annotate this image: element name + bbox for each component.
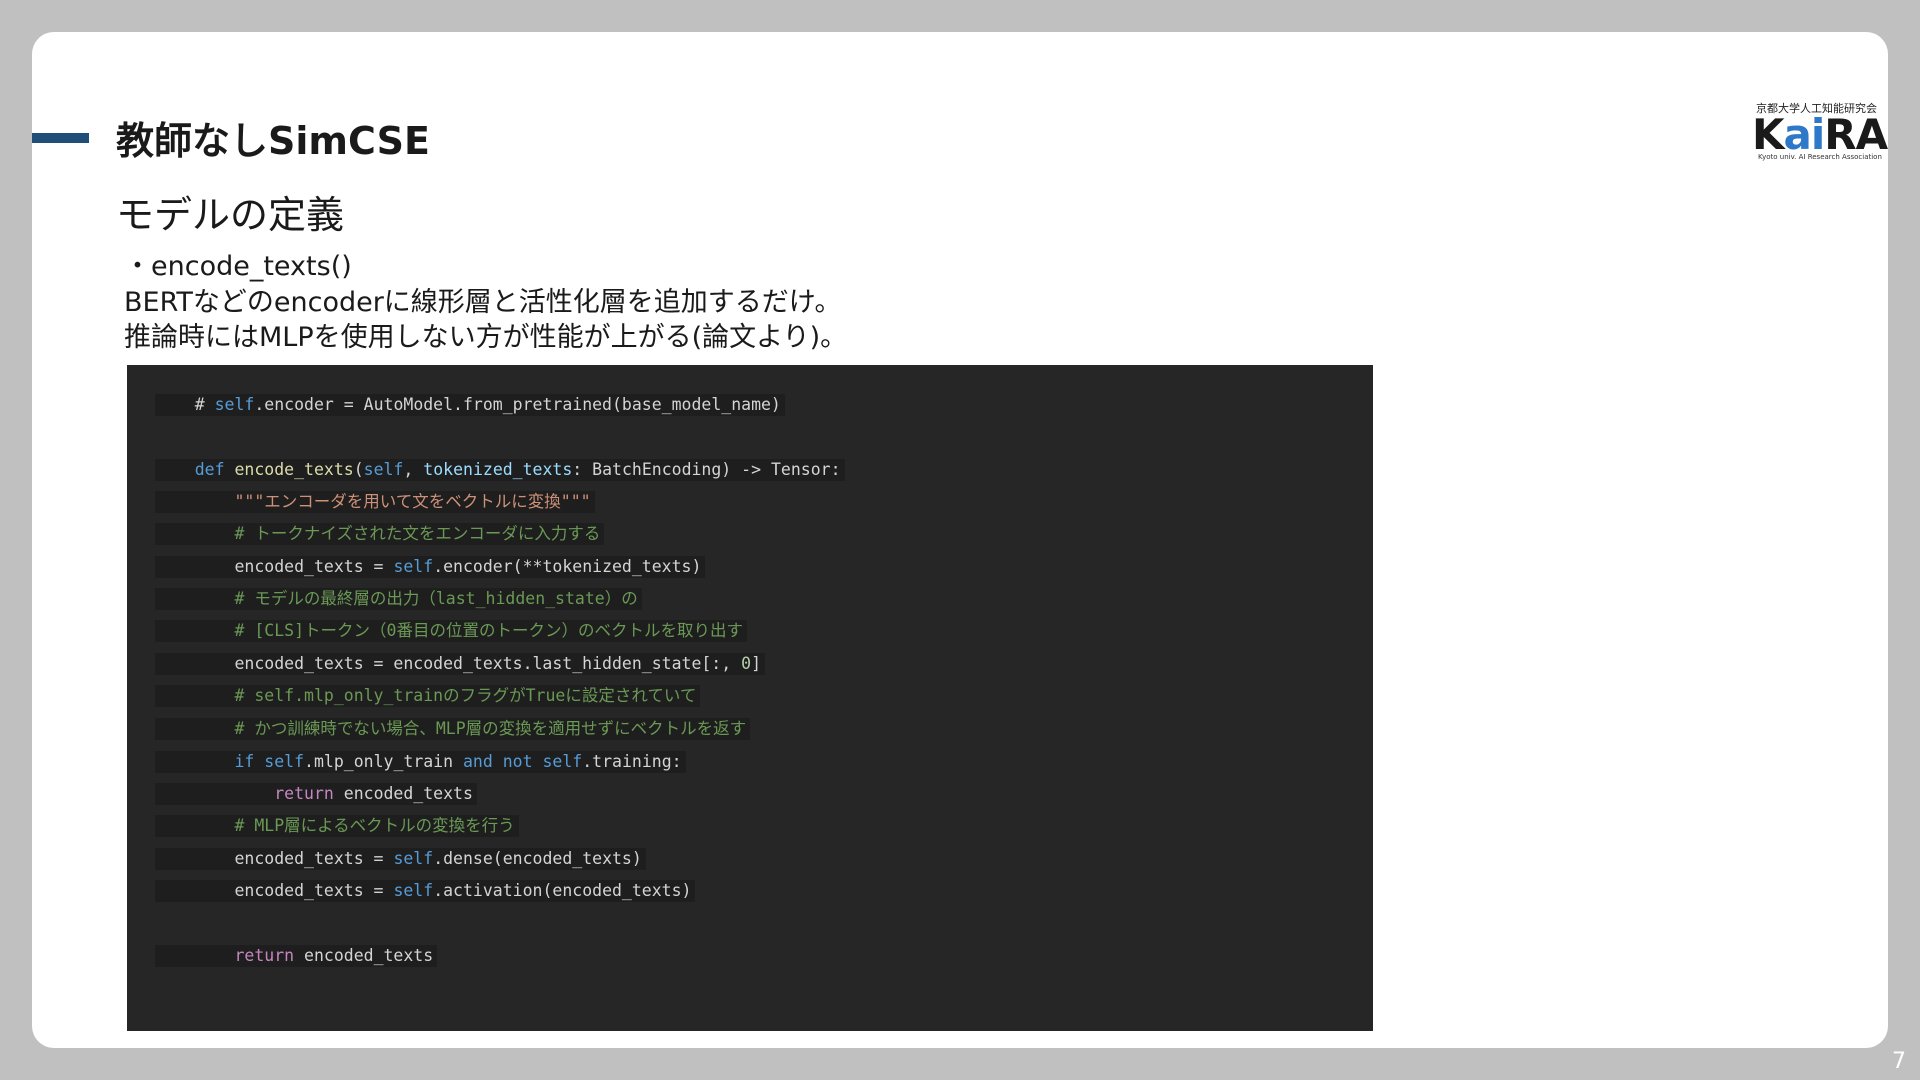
code-line-1: # self.encoder = AutoModel.from_pretrain… (155, 394, 785, 416)
code-line-16: return encoded_texts (155, 945, 438, 967)
bullet-function-name: ・encode_texts() (124, 251, 352, 282)
code-line-10: # かつ訓練時でない場合、MLP層の変換を適用せずにベクトルを返す (155, 718, 751, 740)
code-line-2: def encode_texts(self, tokenized_texts: … (155, 459, 845, 481)
slide-title: 教師なしSimCSE (116, 119, 430, 163)
slide: 教師なしSimCSE 京都大学人工知能研究会 KaiRA Kyoto univ.… (32, 32, 1888, 1048)
description-line-1: BERTなどのencoderに線形層と活性化層を追加するだけ。 (124, 287, 842, 318)
title-accent-bar (32, 133, 89, 143)
logo-mark-ra: RA (1824, 110, 1888, 159)
code-line-11: if self.mlp_only_train and not self.trai… (155, 751, 686, 773)
logo-mark: KaiRA (1752, 110, 1888, 159)
code-line-12: return encoded_texts (155, 783, 477, 805)
code-block: # self.encoder = AutoModel.from_pretrain… (127, 365, 1373, 1031)
code-line-13: # MLP層によるベクトルの変換を行う (155, 815, 519, 837)
code-line-6: # モデルの最終層の出力（last_hidden_state）の (155, 588, 642, 610)
code-line-4: # トークナイズされた文をエンコーダに入力する (155, 523, 605, 545)
code-line-8: encoded_texts = encoded_texts.last_hidde… (155, 653, 765, 675)
code-line-15: encoded_texts = self.activation(encoded_… (155, 880, 696, 902)
page-number: 7 (1892, 1049, 1906, 1074)
code-line-9: # self.mlp_only_trainのフラグがTrueに設定されていて (155, 685, 701, 707)
section-heading: モデルの定義 (116, 193, 345, 237)
description-line-2: 推論時にはMLPを使用しない方が性能が上がる(論文より)。 (124, 322, 848, 353)
code-line-3: """エンコーダを用いて文をベクトルに変換""" (155, 491, 595, 513)
logo-mark-k: K (1752, 110, 1785, 159)
code-line-14: encoded_texts = self.dense(encoded_texts… (155, 848, 646, 870)
logo-english-text: Kyoto univ. AI Research Association (1758, 153, 1882, 161)
code-line-7: # [CLS]トークン（0番目の位置のトークン）のベクトルを取り出す (155, 620, 747, 642)
logo-mark-a: a (1783, 110, 1812, 159)
code-line-5: encoded_texts = self.encoder(**tokenized… (155, 556, 706, 578)
logo-mark-i: i (1810, 110, 1825, 159)
kaira-logo: 京都大学人工知能研究会 KaiRA Kyoto univ. AI Researc… (1752, 98, 1888, 162)
